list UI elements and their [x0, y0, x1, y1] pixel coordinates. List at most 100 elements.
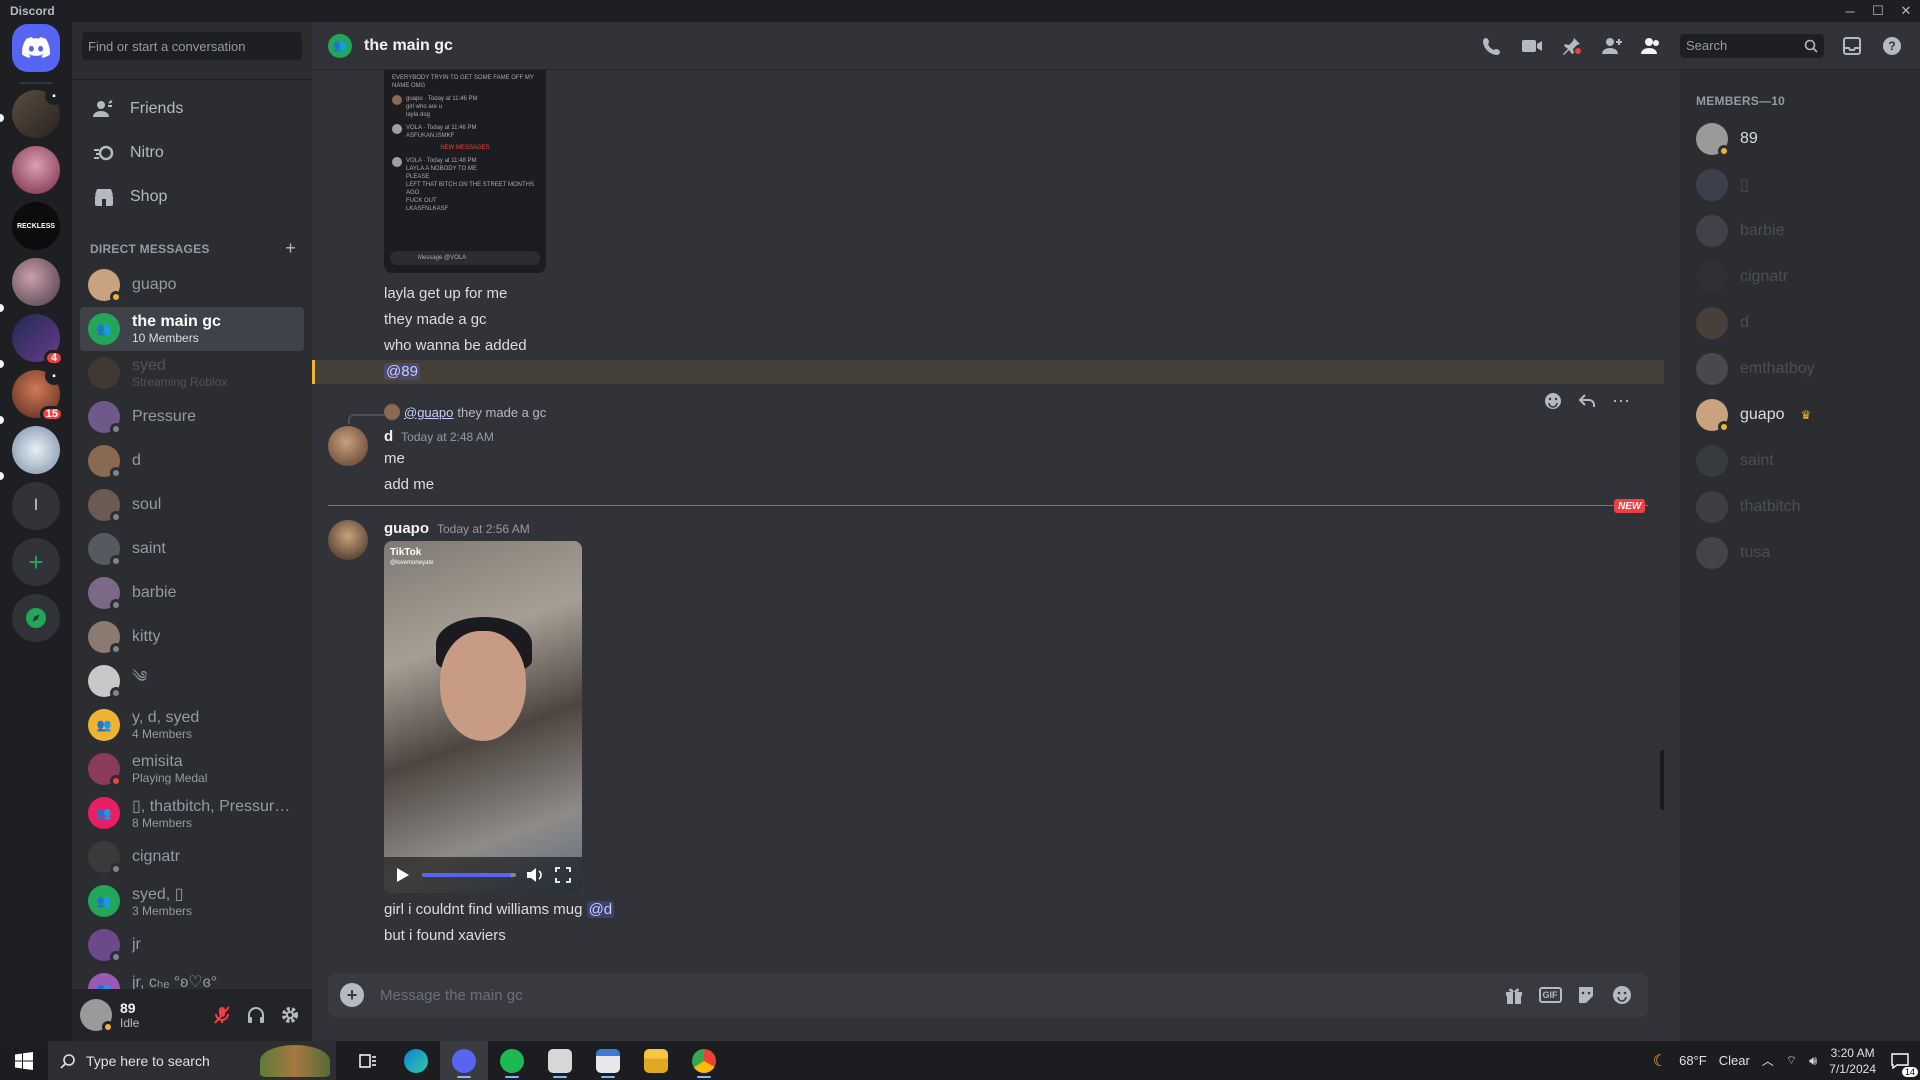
explore-button[interactable]	[12, 594, 60, 642]
server-icon-3[interactable]: RECKLESS	[12, 202, 60, 250]
dm-item[interactable]: barbie	[80, 571, 304, 615]
minimize-button[interactable]: ─	[1836, 0, 1864, 22]
network-icon[interactable]: ⌔	[1786, 1053, 1797, 1068]
close-button[interactable]: ✕	[1892, 0, 1920, 22]
dm-item[interactable]: saint	[80, 527, 304, 571]
member-item[interactable]: tusa	[1688, 530, 1912, 576]
deafen-button[interactable]	[242, 1001, 270, 1029]
taskbar-search[interactable]: Type here to search	[48, 1041, 336, 1080]
taskbar-discord[interactable]	[440, 1041, 488, 1080]
chat-search-input[interactable]: Search	[1680, 33, 1824, 58]
member-list-toggle[interactable]	[1640, 34, 1664, 58]
member-item[interactable]: cignatr	[1688, 254, 1912, 300]
volume-button[interactable]	[526, 867, 544, 883]
message-avatar[interactable]	[328, 426, 368, 466]
reply-preview[interactable]: @guapo they made a gc	[384, 404, 546, 420]
user-mention[interactable]: @d	[586, 901, 615, 918]
server-icon-1[interactable]: ▪	[12, 87, 63, 138]
member-item[interactable]: barbie	[1688, 208, 1912, 254]
maximize-button[interactable]: ☐	[1864, 0, 1892, 22]
volume-icon[interactable]: 🔊︎	[1809, 1053, 1817, 1069]
help-button[interactable]: ?	[1880, 34, 1904, 58]
video-call-button[interactable]	[1520, 34, 1544, 58]
server-icon-8[interactable]: l	[12, 482, 60, 530]
server-icon-6[interactable]: ▪ 15	[12, 367, 64, 422]
gift-button[interactable]	[1500, 981, 1528, 1009]
play-icon	[397, 868, 409, 882]
member-item[interactable]: thatbitch	[1688, 484, 1912, 530]
dm-item[interactable]: syed Streaming Roblox	[80, 351, 304, 395]
dm-item[interactable]: d	[80, 439, 304, 483]
gif-button[interactable]: GIF	[1536, 981, 1564, 1009]
member-item[interactable]: emthatboy	[1688, 346, 1912, 392]
add-reaction-button[interactable]	[1540, 388, 1566, 414]
nav-friends[interactable]: Friends	[80, 88, 304, 130]
user-avatar[interactable]	[80, 999, 114, 1033]
member-item[interactable]: guapo ♛	[1688, 392, 1912, 438]
dm-item[interactable]: guapo	[80, 263, 304, 307]
taskbar-chrome[interactable]	[680, 1041, 728, 1080]
notification-center-button[interactable]: 14	[1888, 1049, 1918, 1077]
dm-item[interactable]: 👥 ▯, thatbitch, Pressure... 8 Members	[80, 791, 304, 835]
scrollbar-thumb[interactable]	[1660, 750, 1664, 810]
create-dm-button[interactable]: +	[285, 238, 296, 259]
dm-item[interactable]: cignatr	[80, 835, 304, 879]
taskbar-clock[interactable]: 3:20 AM 7/1/2024	[1829, 1045, 1876, 1077]
dm-item[interactable]: kitty	[80, 615, 304, 659]
pinned-messages-button[interactable]	[1560, 34, 1584, 58]
dm-item[interactable]: 👥 y, d, syed 4 Members	[80, 703, 304, 747]
taskbar-app-4[interactable]	[536, 1041, 584, 1080]
nav-shop[interactable]: Shop	[80, 176, 304, 218]
home-button[interactable]	[12, 24, 60, 72]
emoji-button[interactable]	[1608, 981, 1636, 1009]
taskbar-file-explorer[interactable]	[632, 1041, 680, 1080]
dm-item[interactable]: Pressure	[80, 395, 304, 439]
upload-button[interactable]: +	[340, 983, 364, 1007]
dm-item[interactable]: emisita Playing Medal	[80, 747, 304, 791]
weather-desc[interactable]: Clear	[1719, 1053, 1750, 1068]
dm-item[interactable]: ༄	[80, 659, 304, 703]
add-server-button[interactable]: +	[12, 538, 60, 586]
fullscreen-button[interactable]	[554, 867, 572, 883]
task-view-button[interactable]	[344, 1041, 392, 1080]
server-icon-7[interactable]	[12, 426, 60, 474]
show-hidden-icons-chevron-icon[interactable]: ︿	[1762, 1052, 1774, 1069]
inbox-button[interactable]	[1840, 34, 1864, 58]
add-friends-to-dm-button[interactable]	[1600, 34, 1624, 58]
sticker-button[interactable]	[1572, 981, 1600, 1009]
dm-search-input[interactable]: Find or start a conversation	[82, 32, 302, 60]
reply-button[interactable]	[1574, 388, 1600, 414]
settings-button[interactable]	[276, 1001, 304, 1029]
server-icon-2[interactable]	[12, 146, 60, 194]
nav-nitro[interactable]: Nitro	[80, 132, 304, 174]
taskbar-app-5[interactable]	[584, 1041, 632, 1080]
member-item[interactable]: ▯	[1688, 162, 1912, 208]
dm-item[interactable]: soul	[80, 483, 304, 527]
member-item[interactable]: 89	[1688, 116, 1912, 162]
message-avatar[interactable]	[328, 520, 368, 560]
user-mention[interactable]: @89	[384, 363, 420, 380]
weather-temp[interactable]: 68°F	[1679, 1053, 1707, 1068]
voice-call-button[interactable]	[1480, 34, 1504, 58]
start-button[interactable]	[0, 1041, 48, 1080]
play-button[interactable]	[394, 867, 412, 883]
message-input[interactable]: Message the main gc	[380, 987, 1492, 1004]
member-item[interactable]: saint	[1688, 438, 1912, 484]
taskbar-edge[interactable]	[392, 1041, 440, 1080]
image-attachment[interactable]: EVERYBODY TRYIN TO GET SOME FAME OFF MY …	[384, 70, 546, 273]
server-icon-5[interactable]: 4	[12, 314, 64, 366]
reply-author[interactable]: @guapo	[404, 405, 453, 420]
more-options-button[interactable]: ⋯	[1608, 388, 1634, 414]
dm-item[interactable]: 👥 syed, ▯ 3 Members	[80, 879, 304, 923]
dm-item[interactable]: 👥 the main gc 10 Members	[80, 307, 304, 351]
video-progress-bar[interactable]	[422, 873, 516, 877]
mute-button[interactable]	[208, 1001, 236, 1029]
message-author[interactable]: d	[384, 428, 393, 445]
dm-item[interactable]: jr	[80, 923, 304, 967]
server-icon-4[interactable]	[12, 258, 60, 306]
taskbar-spotify[interactable]	[488, 1041, 536, 1080]
video-attachment[interactable]: TikTok @lovemoneyate	[384, 541, 582, 893]
member-item[interactable]: d	[1688, 300, 1912, 346]
group-avatar: 👥	[88, 797, 120, 829]
message-author[interactable]: guapo	[384, 520, 429, 537]
